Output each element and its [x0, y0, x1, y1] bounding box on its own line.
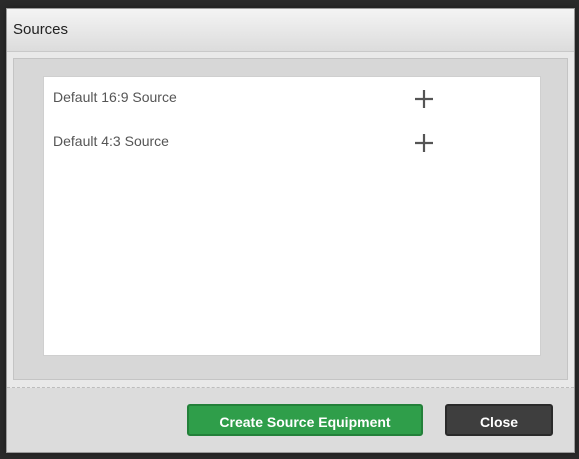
content-panel: Default 16:9 Source Default 4:3 Source: [13, 58, 568, 380]
plus-icon: [415, 90, 433, 108]
source-label: Default 4:3 Source: [53, 133, 169, 149]
dialog-titlebar: Sources: [7, 9, 574, 52]
list-item: Default 4:3 Source: [44, 121, 540, 161]
dialog-title: Sources: [13, 21, 69, 38]
sources-dialog: Sources Default 16:9 Source Default 4:3 …: [6, 8, 575, 453]
close-button[interactable]: Close: [445, 404, 553, 436]
add-source-4-3-button[interactable]: [404, 123, 444, 159]
sources-list: Default 16:9 Source Default 4:3 Source: [43, 76, 541, 356]
add-source-16-9-button[interactable]: [404, 79, 444, 115]
dialog-footer: Create Source Equipment Close: [7, 388, 574, 452]
list-item: Default 16:9 Source: [44, 77, 540, 117]
source-label: Default 16:9 Source: [53, 89, 177, 105]
plus-icon: [415, 134, 433, 152]
create-source-equipment-button[interactable]: Create Source Equipment: [187, 404, 423, 436]
